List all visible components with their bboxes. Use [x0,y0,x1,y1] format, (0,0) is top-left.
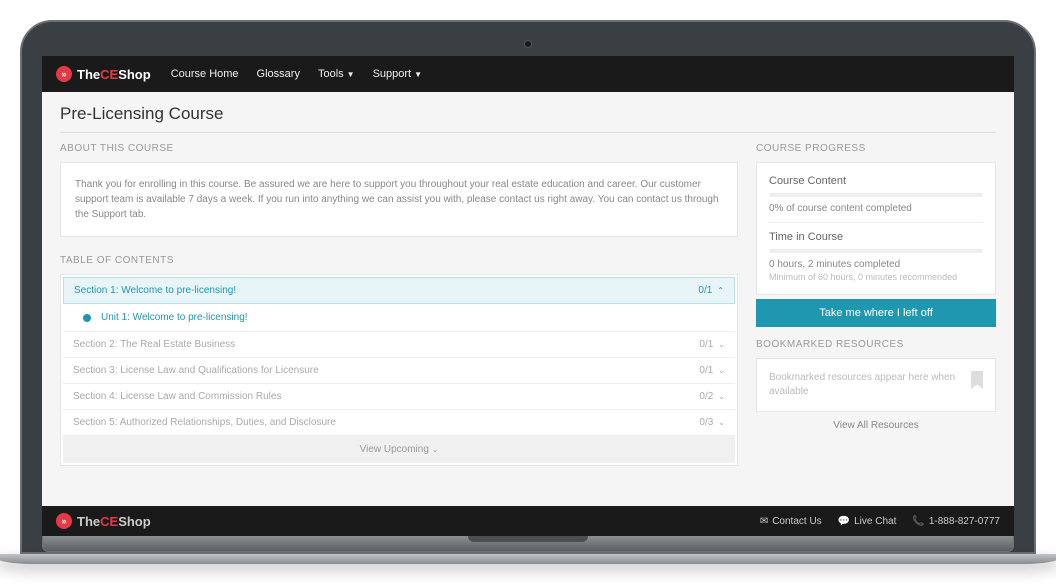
chevron-up-icon: ⌃ [717,286,724,295]
unit-dot-icon [83,314,91,322]
logo-badge-icon: » [56,66,72,82]
chevron-down-icon: ⌄ [718,340,725,349]
content-progress-bar [769,193,983,197]
columns: ABOUT THIS COURSE Thank you for enrollin… [60,143,996,506]
toc-section-title: Section 4: License Law and Commission Ru… [73,391,281,402]
view-upcoming-button[interactable]: View Upcoming ⌄ [63,436,735,463]
main-content: Pre-Licensing Course ABOUT THIS COURSE T… [42,92,1014,506]
screen: » TheCEShop Course Home Glossary Tools▼ … [42,56,1014,536]
footer-logo[interactable]: » TheCEShop [56,513,151,529]
laptop-frame: » TheCEShop Course Home Glossary Tools▼ … [20,20,1036,564]
chevron-down-icon: ⌄ [718,366,725,375]
progress-card: Course Content 0% of course content comp… [756,162,996,295]
chevron-down-icon: ⌄ [718,418,725,427]
laptop-hinge [42,536,1014,552]
toc-unit-1[interactable]: Unit 1: Welcome to pre-licensing! [63,304,735,332]
chevron-down-icon: ▼ [414,70,422,79]
toc-section-progress: 0/1 [699,365,713,376]
chat-label: Live Chat [854,516,896,527]
camera-icon [524,40,532,48]
toc-label: TABLE OF CONTENTS [60,255,738,266]
toc-section-title: Section 1: Welcome to pre-licensing! [74,285,236,296]
bookmark-icon [971,371,983,389]
phone-label: 1-888-827-0777 [929,516,1000,527]
view-all-resources-link[interactable]: View All Resources [756,412,996,439]
resume-button[interactable]: Take me where I left off [756,299,996,327]
content-progress-title: Course Content [769,175,983,187]
bookmarks-label: BOOKMARKED RESOURCES [756,339,996,350]
right-column: COURSE PROGRESS Course Content 0% of cou… [756,143,996,506]
phone-icon: 📞 [912,516,924,527]
chevron-down-icon: ⌄ [718,392,725,401]
logo-badge-icon: » [56,513,72,529]
live-chat-link[interactable]: 💬 Live Chat [838,516,897,527]
time-progress-title: Time in Course [769,231,983,243]
nav-support-label: Support [373,68,412,80]
nav-items: Course Home Glossary Tools▼ Support▼ [171,68,422,80]
nav-glossary[interactable]: Glossary [257,68,300,80]
view-upcoming-label: View Upcoming [360,444,429,455]
chevron-down-icon: ▼ [347,70,355,79]
page-title: Pre-Licensing Course [60,104,996,133]
chat-icon: 💬 [838,516,850,527]
screen-bezel: » TheCEShop Course Home Glossary Tools▼ … [20,20,1036,554]
contact-label: Contact Us [772,516,821,527]
content-progress-text: 0% of course content completed [769,203,983,214]
toc-section-5[interactable]: Section 5: Authorized Relationships, Dut… [63,410,735,436]
brand-the: The [77,514,100,529]
nav-tools-label: Tools [318,68,344,80]
time-progress-text: 0 hours, 2 minutes completed [769,259,983,270]
toc-section-1[interactable]: Section 1: Welcome to pre-licensing! 0/1… [63,277,735,304]
toc-section-progress: 0/2 [699,391,713,402]
about-label: ABOUT THIS COURSE [60,143,738,154]
nav-support[interactable]: Support▼ [373,68,422,80]
nav-course-home[interactable]: Course Home [171,68,239,80]
toc-section-3[interactable]: Section 3: License Law and Qualification… [63,358,735,384]
envelope-icon: ✉ [760,516,768,527]
time-progress-bar [769,249,983,253]
bookmarks-empty-text: Bookmarked resources appear here when av… [769,371,963,399]
toc-section-title: Section 2: The Real Estate Business [73,339,235,350]
bookmarks-card: Bookmarked resources appear here when av… [756,358,996,412]
toc-section-progress: 0/1 [699,339,713,350]
about-box: Thank you for enrolling in this course. … [60,162,738,237]
footer-right: ✉ Contact Us 💬 Live Chat 📞 1-888-827-0777 [760,516,1000,527]
left-column: ABOUT THIS COURSE Thank you for enrollin… [60,143,738,506]
nav-tools[interactable]: Tools▼ [318,68,355,80]
brand-ce: CE [100,514,118,529]
contact-us-link[interactable]: ✉ Contact Us [760,516,822,527]
progress-label: COURSE PROGRESS [756,143,996,154]
time-progress-sub: Minimum of 60 hours, 0 minutes recommend… [769,272,983,282]
phone-link[interactable]: 📞 1-888-827-0777 [912,516,1000,527]
toc-section-progress: 0/1 [698,285,712,296]
brand-ce: CE [100,67,118,82]
chevron-down-icon: ⌄ [432,445,439,454]
brand-logo[interactable]: » TheCEShop [56,66,151,82]
brand-the: The [77,67,100,82]
toc-section-progress: 0/3 [699,417,713,428]
top-nav: » TheCEShop Course Home Glossary Tools▼ … [42,56,1014,92]
toc-section-title: Section 3: License Law and Qualification… [73,365,319,376]
toc-section-4[interactable]: Section 4: License Law and Commission Ru… [63,384,735,410]
brand-shop: Shop [118,67,151,82]
table-of-contents: Section 1: Welcome to pre-licensing! 0/1… [60,274,738,466]
toc-unit-title: Unit 1: Welcome to pre-licensing! [101,312,248,323]
toc-section-2[interactable]: Section 2: The Real Estate Business 0/1 ⌄ [63,332,735,358]
footer: » TheCEShop ✉ Contact Us 💬 Live Chat 📞 1-88… [42,506,1014,536]
toc-section-title: Section 5: Authorized Relationships, Dut… [73,417,336,428]
brand-shop: Shop [118,514,151,529]
laptop-base [0,554,1056,564]
